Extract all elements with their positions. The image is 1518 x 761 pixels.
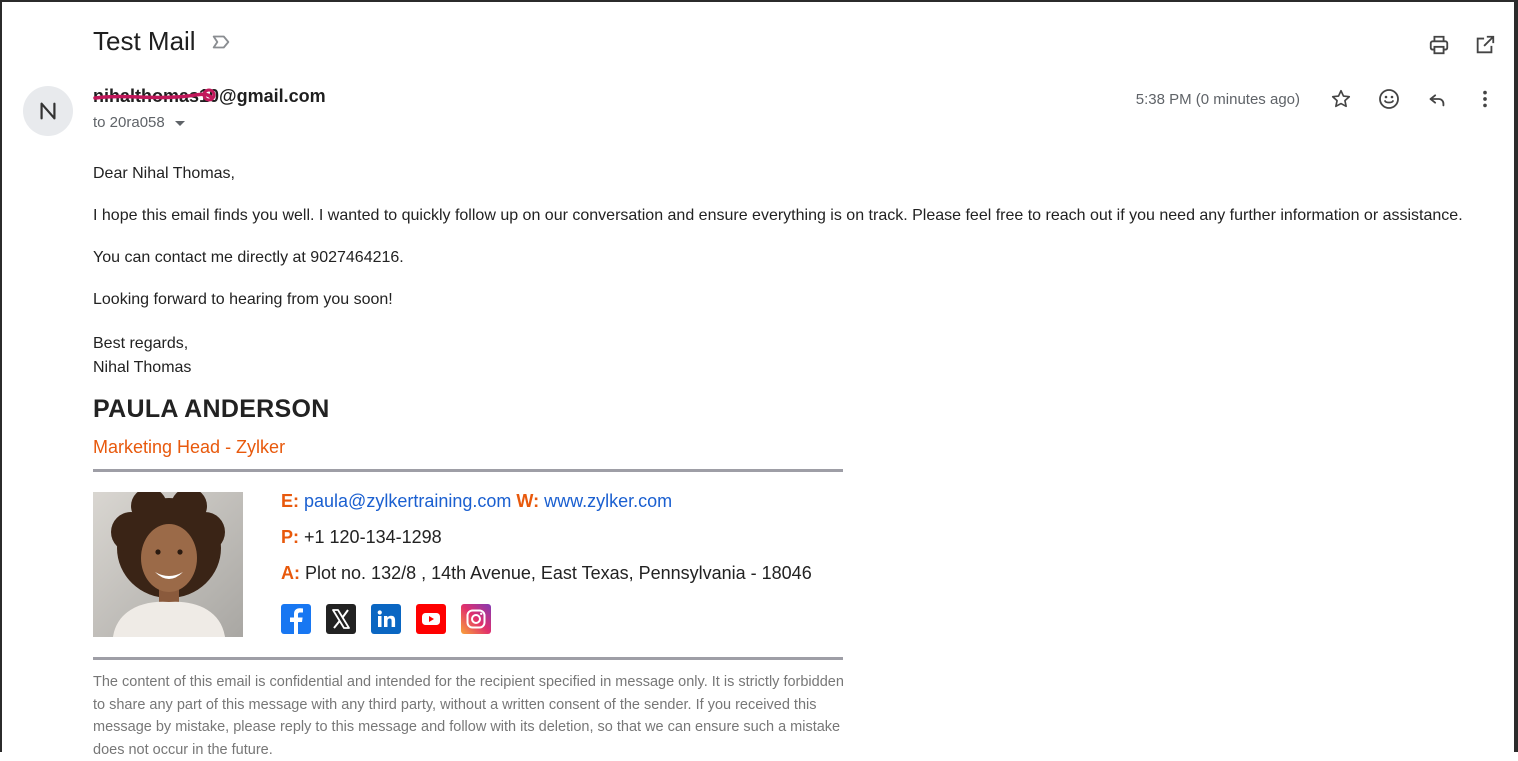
body-paragraph: You can contact me directly at 902746421… [93, 249, 404, 266]
signature-photo [93, 492, 243, 637]
recipient-line[interactable]: to 20ra058 [93, 114, 185, 131]
email-body: Dear Nihal Thomas, I hope this email fin… [93, 164, 1503, 380]
label-icon[interactable] [210, 31, 232, 53]
signature-divider-top [93, 469, 843, 472]
email-subject: Test Mail [93, 26, 196, 56]
sender-email[interactable]: nihalthomas10@gmail.com [93, 86, 326, 107]
confidentiality-disclaimer: The content of this email is confidentia… [93, 674, 844, 758]
top-actions [1426, 32, 1498, 58]
signature-phone: +1 120-134-1298 [304, 527, 442, 547]
message-meta-actions: 5:38 PM (0 minutes ago) [1136, 86, 1498, 112]
body-paragraph: I hope this email finds you well. I want… [93, 207, 1463, 224]
instagram-icon[interactable] [461, 604, 491, 634]
signature-phone-line: P: +1 120-134-1298 [281, 527, 442, 548]
emoji-react-icon[interactable] [1376, 86, 1402, 112]
phone-label: P: [281, 527, 299, 547]
signature-address-line: A: Plot no. 132/8 , 14th Avenue, East Te… [281, 563, 812, 584]
signoff-name: Nihal Thomas [93, 359, 192, 376]
open-in-new-window-icon[interactable] [1472, 32, 1498, 58]
signature-divider-bottom [93, 657, 843, 660]
window-border-right [1514, 0, 1518, 752]
linkedin-icon[interactable] [371, 604, 401, 634]
signature-email-link[interactable]: paula@zylkertraining.com [304, 491, 511, 511]
greeting: Dear Nihal Thomas, [93, 165, 235, 182]
signature-name: PAULA ANDERSON [93, 395, 330, 423]
subject-row: Test Mail [93, 26, 232, 57]
more-vertical-icon[interactable] [1472, 86, 1498, 112]
print-icon[interactable] [1426, 32, 1452, 58]
signature-address: Plot no. 132/8 , 14th Avenue, East Texas… [305, 563, 812, 583]
social-links [281, 604, 491, 634]
sender-avatar[interactable] [23, 86, 73, 136]
closing: Best regards, [93, 335, 189, 352]
email-label: E: [281, 491, 299, 511]
signature-title: Marketing Head - Zylker [93, 437, 286, 457]
signature-website-link[interactable]: www.zylker.com [544, 491, 672, 511]
x-twitter-icon[interactable] [326, 604, 356, 634]
youtube-icon[interactable] [416, 604, 446, 634]
message-timestamp: 5:38 PM (0 minutes ago) [1135, 90, 1300, 108]
window-border-top [0, 0, 1518, 2]
facebook-icon[interactable] [281, 604, 311, 634]
recipient-details-chevron-icon[interactable] [174, 121, 185, 126]
reply-icon[interactable] [1424, 86, 1450, 112]
web-label: W: [516, 491, 540, 511]
window-border-left [0, 0, 2, 752]
address-label: A: [281, 563, 300, 583]
star-icon[interactable] [1328, 86, 1354, 112]
body-paragraph: Looking forward to hearing from you soon… [93, 291, 393, 308]
recipient-text: to 20ra058 [93, 114, 165, 131]
avatar-logo-icon [40, 102, 56, 120]
signature-email-web-line: E: paula@zylkertraining.com W: www.zylke… [281, 491, 672, 512]
